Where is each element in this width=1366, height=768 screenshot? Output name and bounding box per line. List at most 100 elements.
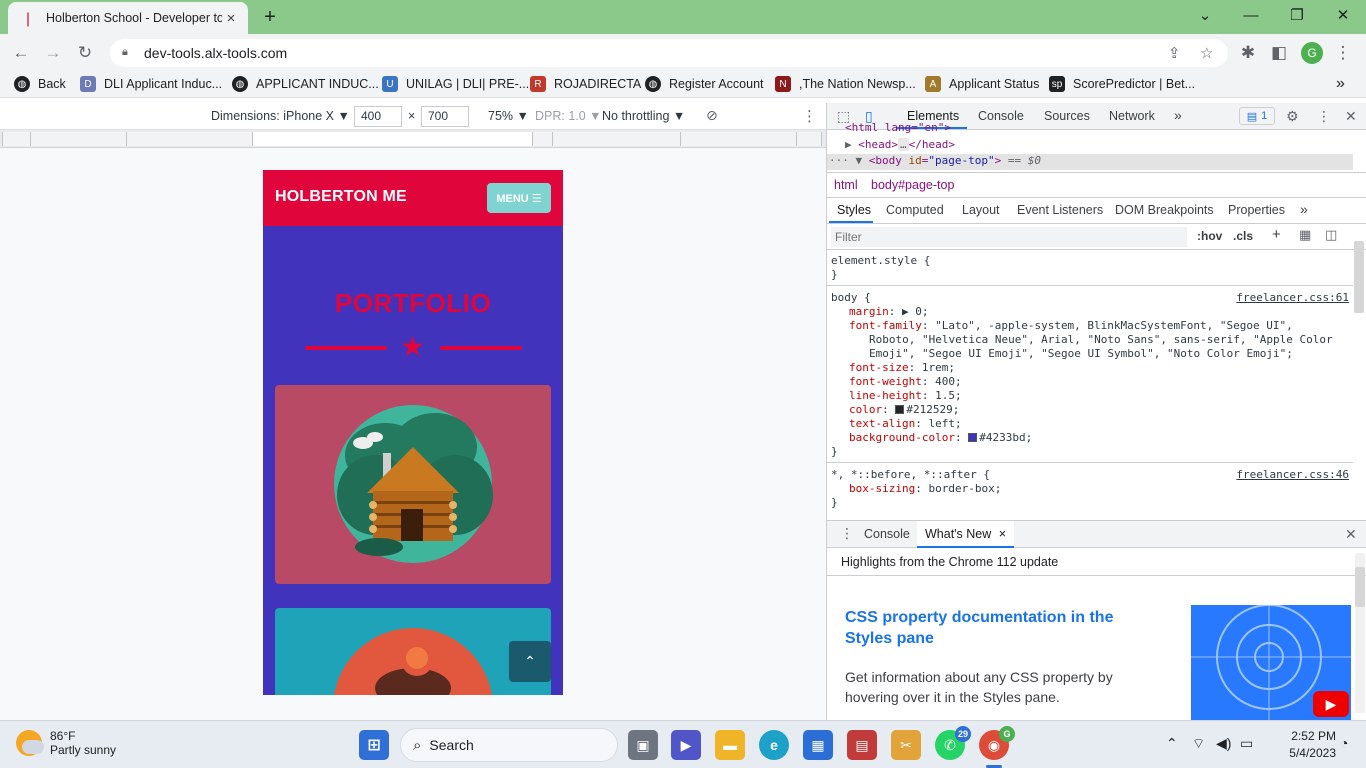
task-view-icon[interactable]: ▣ <box>628 730 658 760</box>
style-declaration[interactable]: background-color: #4233bd; <box>831 431 1349 445</box>
subtab-event-listeners[interactable]: Event Listeners <box>1017 203 1103 217</box>
volume-icon[interactable]: ◀) <box>1216 735 1231 752</box>
menu-button[interactable]: MENU ☰ <box>487 183 551 213</box>
battery-icon[interactable]: ▭ <box>1240 735 1253 752</box>
side-panel-icon[interactable]: ◧ <box>1266 40 1292 66</box>
ruler-segment[interactable] <box>252 132 532 146</box>
color-swatch[interactable] <box>968 433 978 442</box>
subtab-dom-breakpoints[interactable]: DOM Breakpoints <box>1115 203 1214 217</box>
close-tab-icon[interactable]: × <box>999 527 1006 541</box>
minimize-icon[interactable]: — <box>1228 0 1274 30</box>
subtab-layout[interactable]: Layout <box>962 203 1000 217</box>
dpr-select[interactable]: DPR: 1.0 ▼ <box>535 109 602 123</box>
color-swatch[interactable] <box>895 405 905 414</box>
ruler-segment[interactable] <box>796 132 822 146</box>
zoom-select[interactable]: 75% ▼ <box>488 109 529 123</box>
profile-avatar[interactable]: G <box>1301 42 1323 64</box>
feature-video-thumbnail[interactable]: ▶ <box>1191 605 1351 721</box>
styles-filter-input[interactable] <box>831 227 1187 247</box>
bookmark-item[interactable]: N ,The Nation Newsp... <box>775 74 916 94</box>
style-declaration[interactable]: font-family: "Lato", -apple-system, Blin… <box>831 319 1349 333</box>
whatsapp-icon[interactable]: ✆ 29 <box>935 726 971 760</box>
breadcrumb-html[interactable]: html <box>834 178 858 192</box>
site-brand[interactable]: HOLBERTON ME <box>275 188 407 206</box>
restore-icon[interactable]: ❐ <box>1274 0 1320 30</box>
lock-icon[interactable]: 🔒︎ <box>122 46 136 60</box>
class-toggle[interactable]: .cls <box>1233 229 1253 243</box>
share-icon[interactable]: ⇪ <box>1168 44 1181 62</box>
device-width-input[interactable]: 400 <box>354 106 402 127</box>
expand-arrow-icon[interactable]: ▶ <box>845 138 852 151</box>
styles-scrollbar[interactable] <box>1354 241 1364 313</box>
edge-browser-icon[interactable]: e <box>759 730 789 760</box>
style-declaration[interactable]: line-height: 1.5; <box>831 389 1349 403</box>
drawer-tab-whats-new[interactable]: What's New × <box>917 521 1015 548</box>
bookmark-item[interactable]: ◍ Back <box>14 74 66 94</box>
feature-title[interactable]: CSS property documentation in the Styles… <box>845 607 1165 649</box>
device-dimensions-select[interactable]: Dimensions: iPhone X ▼ <box>211 109 350 123</box>
rule-selector[interactable]: element.style { <box>831 254 1349 268</box>
more-subtabs-icon[interactable]: » <box>1300 201 1308 217</box>
close-tab-icon[interactable]: × <box>222 9 240 27</box>
drawer-menu-icon[interactable]: ⋮ <box>840 525 854 542</box>
forward-arrow-icon[interactable]: → <box>40 40 66 66</box>
hover-state-toggle[interactable]: :hov <box>1197 229 1222 243</box>
bookmark-item[interactable]: sp ScorePredictor | Bet... <box>1049 74 1195 94</box>
subtab-styles[interactable]: Styles <box>837 203 871 217</box>
wifi-icon[interactable]: ⌔ <box>1192 735 1205 753</box>
rule-source-link[interactable]: freelancer.css:61 <box>1236 291 1349 304</box>
reload-icon[interactable]: ↻ <box>72 40 98 66</box>
chrome-menu-icon[interactable]: ⋮ <box>1330 40 1356 66</box>
style-declaration[interactable]: box-sizing: border-box; <box>831 482 1349 496</box>
style-declaration[interactable]: margin: ▶ 0; <box>831 305 1349 319</box>
teams-chat-icon[interactable]: ▶ <box>671 730 701 760</box>
throttling-select[interactable]: No throttling ▼ <box>602 109 685 123</box>
extensions-icon[interactable]: ✱ <box>1235 40 1261 66</box>
device-more-icon[interactable]: ⋮ <box>802 107 817 125</box>
bookmarks-overflow-icon[interactable]: » <box>1336 74 1345 94</box>
ruler-segment[interactable] <box>30 132 126 146</box>
style-declaration[interactable]: font-weight: 400; <box>831 375 1349 389</box>
dom-line-html[interactable]: <html lang="en"> <box>827 121 1353 137</box>
subtab-computed[interactable]: Computed <box>886 203 944 217</box>
taskbar-search[interactable]: ⌕ Search <box>400 728 618 762</box>
snipping-tool-icon[interactable]: ✂ <box>891 730 921 760</box>
calendar-app-icon[interactable]: ▤ <box>847 730 877 760</box>
new-rule-button[interactable]: + <box>1272 226 1281 243</box>
address-bar[interactable]: 🔒︎ dev-tools.alx-tools.com ⇪ ☆ <box>110 39 1228 67</box>
ruler-segment[interactable] <box>680 132 796 146</box>
paint-icon[interactable]: ▦ <box>1299 227 1311 243</box>
ruler-segment[interactable] <box>532 132 552 146</box>
new-tab-button[interactable]: + <box>258 5 282 29</box>
rotate-icon[interactable]: ⊘ <box>706 107 718 124</box>
windows-start-icon[interactable]: ⊞ <box>359 730 389 760</box>
ruler-segment[interactable] <box>2 132 30 146</box>
close-window-icon[interactable]: ✕ <box>1320 0 1366 30</box>
close-drawer-icon[interactable]: ✕ <box>1345 526 1357 543</box>
dom-scrollbar[interactable] <box>1355 133 1365 169</box>
bookmark-item[interactable]: U UNILAG | DLI| PRE-... <box>382 74 529 94</box>
drawer-tab-console[interactable]: Console <box>864 527 910 541</box>
youtube-play-icon[interactable]: ▶ <box>1313 691 1349 717</box>
dom-line-body-selected[interactable]: ··· ▼ <body id="page-top"> == $0 <box>827 154 1353 170</box>
dom-head-ellipsis[interactable]: … <box>898 138 909 151</box>
chrome-taskbar-icon[interactable]: ◉ G <box>979 726 1015 760</box>
ruler-segment[interactable] <box>552 132 680 146</box>
bookmark-star-icon[interactable]: ☆ <box>1200 44 1213 62</box>
dom-line-head[interactable]: ▶ <head>… </head> <box>827 138 1353 154</box>
browser-tab[interactable]: ❘ Holberton School - Developer to × <box>8 2 248 34</box>
device-height-input[interactable]: 700 <box>421 106 469 127</box>
ruler-segment[interactable] <box>126 132 252 146</box>
drawer-scroll-thumb[interactable] <box>1355 567 1365 607</box>
bookmark-item[interactable]: ◍ Register Account <box>645 74 764 94</box>
media-query-ruler[interactable] <box>0 130 826 148</box>
computed-sidebar-icon[interactable]: ◫ <box>1325 227 1337 243</box>
file-explorer-icon[interactable]: ▬ <box>715 730 745 760</box>
style-declaration[interactable]: color: #212529; <box>831 403 1349 417</box>
back-arrow-icon[interactable]: ← <box>8 40 34 66</box>
system-clock[interactable]: 2:52 PM 5/4/2023 <box>1266 728 1336 762</box>
notifications-icon[interactable]: ◔ <box>1340 735 1348 751</box>
scroll-to-top-button[interactable]: ⌃ <box>509 641 551 682</box>
tab-search-icon[interactable]: ⌄ <box>1182 0 1228 30</box>
breadcrumb-body[interactable]: body#page-top <box>871 178 954 192</box>
